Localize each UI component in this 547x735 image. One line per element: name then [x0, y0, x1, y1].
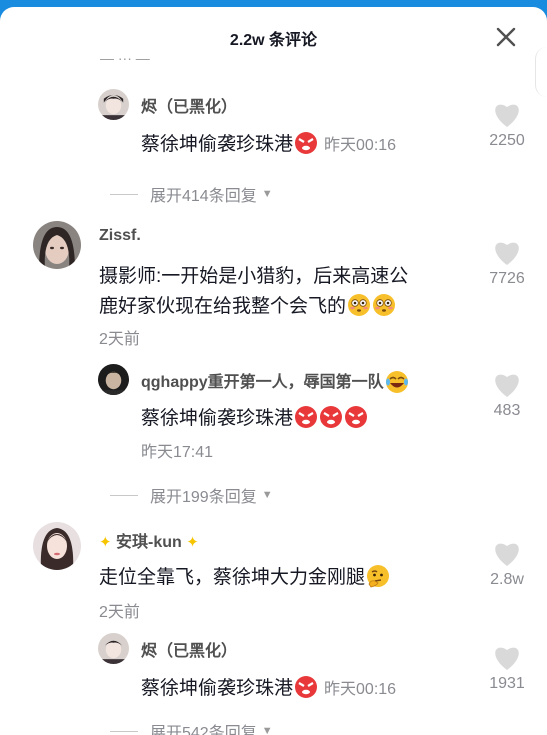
- comment-text-line: 摄影师:一开始是小猎豹，后来高速公: [99, 266, 409, 287]
- comment-time: 2天前: [99, 331, 140, 348]
- angry-face-emoji: [294, 405, 318, 429]
- like-count: 483: [493, 402, 521, 419]
- comments-sheet: 2.2w 条评论 — ··· — 烬（已黑化） 蔡徐坤偷袭珍珠港 昨天00:16 …: [0, 7, 547, 735]
- avatar[interactable]: [98, 89, 129, 120]
- comment-author-name[interactable]: ✦ 安琪-kun ✦: [99, 528, 199, 552]
- caret-down-icon: ▼: [261, 725, 273, 735]
- reply-text-content: 蔡徐坤偷袭珍珠港: [141, 408, 294, 429]
- expand-replies-button[interactable]: 展开542条回复 ▼: [110, 719, 273, 735]
- caret-down-icon: ▼: [261, 489, 273, 501]
- comment-author-name-text: 安琪-kun: [116, 534, 182, 551]
- heart-icon: [495, 242, 519, 265]
- avatar[interactable]: [33, 221, 81, 269]
- heart-icon: [495, 374, 519, 397]
- angry-face-emoji: [294, 675, 318, 699]
- comment-text: 鹿好家伙现在给我整个会飞的: [99, 293, 396, 320]
- like-count: 2.8w: [490, 571, 524, 588]
- reply-time: 昨天00:16: [324, 137, 397, 154]
- thinking-face-emoji: [366, 564, 390, 588]
- reply-text: 蔡徐坤偷袭珍珠港 昨天00:16: [141, 675, 396, 703]
- expand-replies-button[interactable]: 展开199条回复 ▼: [110, 483, 273, 507]
- reply-text-content: 蔡徐坤偷袭珍珠港: [141, 678, 294, 699]
- like-count: 2250: [489, 132, 525, 149]
- avatar[interactable]: [33, 522, 81, 570]
- heart-icon: [495, 543, 519, 566]
- scroll-edge: [535, 47, 547, 97]
- like-button[interactable]: 2250: [477, 101, 537, 150]
- angry-face-emoji: [344, 405, 368, 429]
- comments-header: 2.2w 条评论: [0, 7, 547, 65]
- like-button[interactable]: 483: [477, 371, 537, 420]
- heart-icon: [495, 104, 519, 127]
- like-button[interactable]: 1931: [477, 644, 537, 693]
- flushed-face-emoji: [372, 293, 396, 317]
- sparkle-icon: ✦: [99, 534, 112, 551]
- reply-author-name[interactable]: 烬（已黑化）: [141, 637, 237, 661]
- comment-text: 走位全靠飞，蔡徐坤大力金刚腿: [99, 564, 390, 591]
- expand-replies-label: 展开199条回复: [150, 489, 257, 506]
- like-count: 7726: [489, 270, 525, 287]
- angry-face-emoji: [319, 405, 343, 429]
- comment-text-content: 鹿好家伙现在给我整个会飞的: [99, 296, 347, 317]
- close-button[interactable]: [492, 23, 520, 51]
- reply-text: 蔡徐坤偷袭珍珠港 昨天00:16: [141, 131, 396, 159]
- reply-time: 昨天17:41: [141, 444, 214, 461]
- avatar[interactable]: [98, 364, 129, 395]
- like-button[interactable]: 7726: [477, 239, 537, 288]
- angry-face-emoji: [294, 131, 318, 155]
- heart-icon: [495, 647, 519, 670]
- like-count: 1931: [489, 675, 525, 692]
- reply-text: 蔡徐坤偷袭珍珠港: [141, 405, 368, 432]
- expand-replies-label: 展开414条回复: [150, 188, 257, 205]
- like-button[interactable]: 2.8w: [477, 540, 537, 589]
- avatar[interactable]: [98, 633, 129, 664]
- close-icon: [496, 27, 516, 47]
- reply-text-content: 蔡徐坤偷袭珍珠港: [141, 134, 294, 155]
- reply-author-name[interactable]: 烬（已黑化）: [141, 93, 237, 117]
- reply-time: 昨天00:16: [324, 681, 397, 698]
- cutoff-text: — ··· —: [100, 56, 150, 66]
- caret-down-icon: ▼: [261, 188, 273, 200]
- expand-replies-label: 展开542条回复: [150, 725, 257, 735]
- comments-count-title: 2.2w 条评论: [229, 32, 318, 49]
- comment-time: 2天前: [99, 604, 140, 621]
- reply-author-name-text: qghappy重开第一人，辱国第一队: [141, 374, 384, 391]
- sparkle-icon: ✦: [186, 534, 199, 551]
- comment-author-name[interactable]: Zissf.: [99, 227, 141, 245]
- comment-text-content: 走位全靠飞，蔡徐坤大力金刚腿: [99, 567, 366, 588]
- reply-author-name[interactable]: qghappy重开第一人，辱国第一队: [141, 368, 408, 393]
- flushed-face-emoji: [347, 293, 371, 317]
- expand-replies-button[interactable]: 展开414条回复 ▼: [110, 182, 273, 206]
- tears-of-joy-emoji: [385, 370, 408, 393]
